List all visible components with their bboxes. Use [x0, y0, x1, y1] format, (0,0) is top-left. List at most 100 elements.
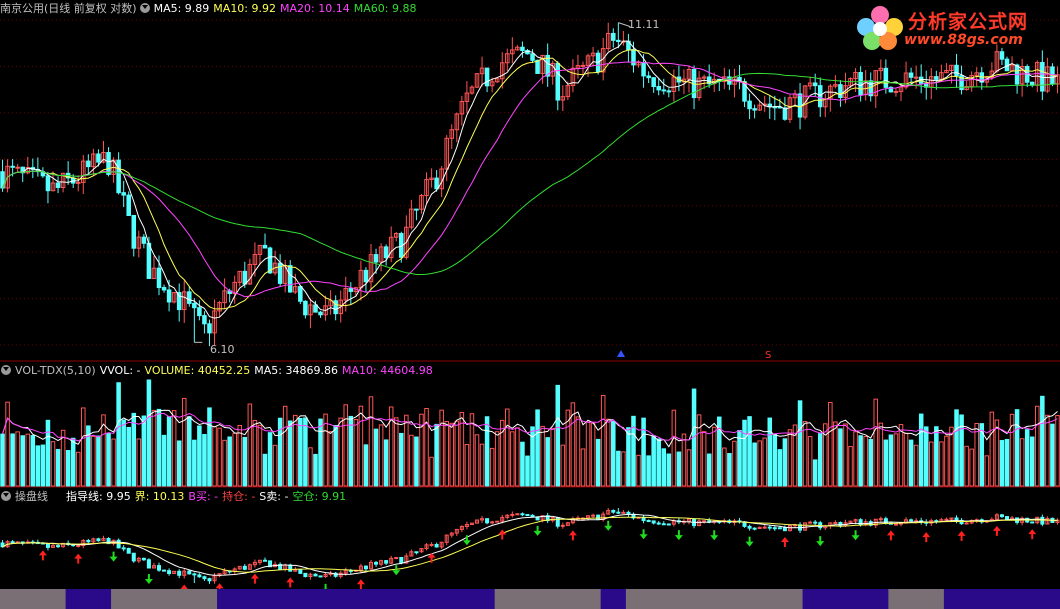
position-strip-cell — [974, 589, 980, 609]
position-strip-cell — [237, 589, 243, 609]
candle-body — [838, 84, 843, 98]
position-strip-cell — [232, 589, 238, 609]
position-strip-cell — [459, 589, 465, 609]
volume-bar — [727, 452, 732, 487]
volume-bar — [373, 428, 379, 487]
ind-body — [964, 522, 969, 525]
volume-panel[interactable]: VOL-TDX(5,10) VVOL: - VOLUME: 40452.25 MA5:… — [0, 362, 1060, 488]
candle-body — [656, 86, 661, 91]
candle-body — [611, 32, 616, 41]
ind-body — [490, 521, 495, 524]
ind-body — [262, 559, 268, 562]
ind-body — [318, 575, 323, 578]
candle-body — [262, 244, 268, 249]
volume-bar — [45, 419, 51, 487]
position-strip-cell — [353, 589, 359, 609]
volume-bar — [484, 416, 490, 487]
position-strip-cell — [585, 589, 592, 609]
volume-bar — [242, 436, 248, 487]
volume-bar — [10, 433, 15, 487]
ind-body — [858, 519, 863, 526]
position-strip-cell — [333, 589, 339, 609]
position-strip-cell — [449, 589, 455, 609]
candle-body — [883, 67, 889, 88]
dropdown-icon[interactable] — [1, 365, 11, 375]
ind-body — [752, 527, 757, 530]
boundary-label: 界: 10.13 — [134, 490, 185, 503]
indicator-title[interactable]: 操盘线 — [15, 490, 48, 503]
volume-bar — [711, 426, 717, 487]
position-strip-cell — [181, 589, 188, 609]
position-strip-cell — [711, 589, 718, 609]
volume-bar — [192, 439, 197, 487]
position-strip-cell — [464, 589, 470, 609]
position-strip-cell — [141, 589, 147, 609]
position-strip-cell — [898, 589, 905, 609]
ind-body — [520, 513, 525, 516]
volume-bar — [35, 445, 41, 487]
volume-bar — [600, 394, 606, 487]
volume-bar — [1050, 423, 1055, 487]
volume-bar — [187, 416, 192, 487]
candle-body — [817, 85, 823, 108]
candle-body — [383, 246, 389, 259]
position-strip-cell — [731, 589, 738, 609]
volume-bar — [1029, 436, 1035, 487]
position-strip-cell — [222, 589, 228, 609]
position-strip-cell — [524, 589, 531, 609]
position-strip-cell — [136, 589, 142, 609]
volume-bar — [272, 444, 278, 487]
dropdown-icon[interactable] — [1, 491, 11, 501]
volume-bar — [656, 438, 661, 487]
position-strip-cell — [302, 589, 309, 609]
sell-arrow-icon — [674, 530, 683, 541]
buy-arrow-icon — [38, 550, 47, 561]
position-strip-cell — [610, 589, 617, 609]
position-strip-cell — [686, 589, 693, 609]
ind-body — [1004, 516, 1010, 520]
position-strip-cell — [40, 589, 46, 609]
volume-bar — [353, 419, 359, 487]
volume-bar — [494, 431, 500, 487]
site-logo: 分析家公式网 www.88gs.com — [854, 3, 1054, 53]
position-strip-cell — [716, 589, 723, 609]
volume-bar — [479, 443, 485, 487]
position-strip-cell — [787, 589, 793, 609]
security-title[interactable]: 南京公用(日线 前复权 对数) — [0, 2, 137, 15]
position-strip-cell — [812, 589, 819, 609]
volume-bar — [126, 426, 131, 487]
empty-position-label: 空仓: 9.91 — [292, 490, 347, 503]
volume-bar — [434, 423, 439, 487]
volume-bar — [767, 417, 773, 487]
candle-body — [202, 315, 207, 325]
ind-body — [808, 521, 813, 524]
price-panel[interactable]: 南京公用(日线 前复权 对数) MA5: 9.89 MA10: 9.92 MA20: … — [0, 0, 1060, 362]
volume-bar — [409, 434, 414, 487]
position-strip-cell — [979, 589, 985, 609]
volume-bar — [555, 384, 561, 487]
ind-body — [515, 513, 520, 516]
volume-bar — [515, 427, 520, 487]
volume-bar — [898, 424, 904, 487]
volume-bar — [252, 420, 258, 487]
ind-body — [177, 570, 182, 576]
ind-body — [399, 556, 404, 564]
low-price-label: 6.10 — [210, 343, 235, 356]
position-strip-cell — [888, 589, 894, 609]
indicator-panel[interactable]: 操盘线 指导线: 9.95 界: 10.13 B买: - 持仓: - S卖: - 空仓: 9… — [0, 488, 1060, 609]
volume-bar — [75, 451, 81, 487]
position-strip-cell — [131, 589, 137, 609]
volume-title[interactable]: VOL-TDX(5,10) — [15, 364, 96, 377]
candle-body — [747, 100, 752, 110]
position-strip-cell — [429, 589, 435, 609]
ind-body — [162, 569, 167, 572]
volume-bar — [1055, 415, 1060, 487]
position-strip-cell — [15, 589, 21, 609]
position-strip-cell — [868, 589, 874, 609]
position-strip-cell — [913, 589, 920, 609]
position-strip-cell — [545, 589, 551, 609]
position-strip-cell — [817, 589, 824, 609]
volume-bar — [823, 423, 828, 487]
position-strip-cell — [999, 589, 1005, 609]
dropdown-icon[interactable] — [139, 3, 150, 13]
